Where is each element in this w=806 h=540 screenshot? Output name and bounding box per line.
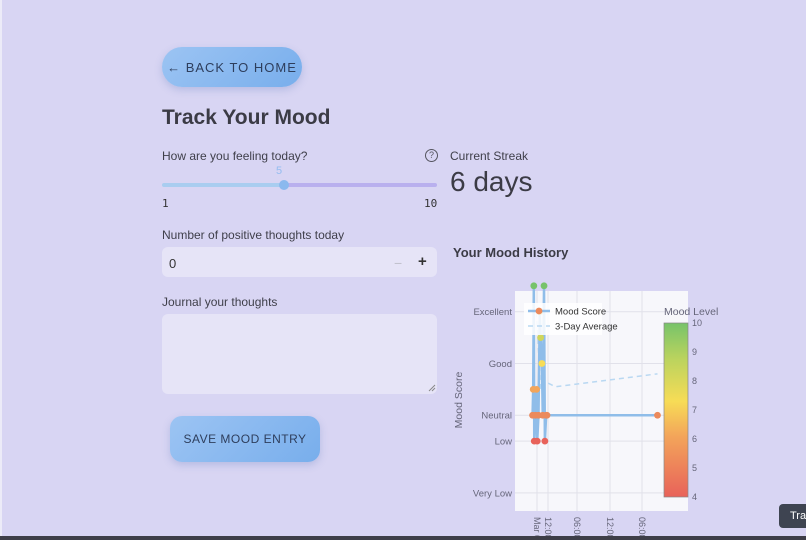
y-tick-label: Very Low	[473, 488, 512, 499]
colorbar-tick-label: 5	[692, 463, 697, 473]
mood-score-point	[533, 437, 541, 445]
journal-textarea[interactable]	[162, 314, 437, 394]
x-tick-label: 12:00	[543, 517, 553, 536]
mood-slider-max: 10	[424, 197, 438, 210]
colorbar-tick-label: 4	[692, 492, 697, 502]
bottom-bar	[0, 536, 806, 540]
x-tick-label: Mar 0	[532, 517, 542, 536]
mood-score-point	[537, 334, 545, 341]
back-to-home-button[interactable]: ← BACK TO HOME	[162, 47, 302, 87]
y-tick-label: Low	[495, 437, 513, 448]
save-mood-entry-button[interactable]: SAVE MOOD ENTRY	[170, 416, 320, 462]
colorbar-tick-label: 10	[692, 318, 702, 328]
mood-score-point	[654, 411, 661, 419]
y-axis-label: Mood Score	[453, 372, 465, 429]
decrement-button[interactable]: −	[394, 255, 402, 271]
x-tick-label: 06:00	[572, 517, 582, 536]
mood-slider-label: How are you feeling today?	[162, 149, 308, 163]
colorbar-tick-label: 9	[692, 347, 697, 357]
colorbar-tick-label: 7	[692, 405, 697, 415]
y-tick-label: Neutral	[481, 411, 512, 422]
journal-label: Journal your thoughts	[162, 295, 278, 309]
mood-slider-min: 1	[162, 197, 169, 210]
y-tick-label: Good	[489, 359, 512, 370]
positive-thoughts-label: Number of positive thoughts today	[162, 228, 345, 242]
mood-score-point	[541, 437, 549, 445]
x-tick-labels: Mar 0 12:00 06:00 12:00 06:00	[532, 517, 647, 536]
x-tick-label: 06:00	[637, 517, 647, 536]
legend-label-mood-score: Mood Score	[555, 307, 606, 318]
mood-history-title: Your Mood History	[453, 245, 569, 260]
mood-slider-thumb[interactable]	[279, 180, 289, 190]
resize-handle-icon[interactable]	[428, 384, 436, 392]
legend-label-3-day-average: 3-Day Average	[555, 322, 618, 333]
mood-score-point	[533, 385, 540, 393]
colorbar	[663, 322, 689, 498]
mood-score-point	[538, 360, 546, 367]
mood-slider-value: 5	[276, 165, 283, 177]
help-icon[interactable]: ?	[425, 149, 438, 162]
increment-button[interactable]: +	[418, 253, 427, 270]
x-tick-label: 12:00	[605, 517, 615, 536]
mood-score-point	[540, 282, 548, 290]
legend-marker-mood-score	[535, 307, 543, 315]
streak-label: Current Streak	[450, 149, 529, 163]
page-title: Track Your Mood	[162, 106, 331, 129]
colorbar-ticks: 10 9 8 7 6 5 4	[692, 318, 702, 502]
colorbar-title: Mood Level	[664, 306, 718, 318]
tooltip: Tra	[779, 504, 806, 528]
mood-slider-track[interactable]	[284, 183, 437, 187]
colorbar-tick-label: 8	[692, 376, 697, 386]
mood-score-point	[530, 282, 538, 290]
mood-slider-track-filled[interactable]	[162, 183, 284, 187]
y-tick-labels: Excellent Good Neutral Low Very Low	[473, 307, 512, 499]
mood-score-point	[543, 411, 551, 419]
streak-value: 6 days	[450, 166, 533, 197]
mood-history-chart[interactable]: ExcellentGoodNeutralLowVery Low Mar 0 12:…	[440, 280, 806, 536]
y-tick-label: Excellent	[473, 307, 512, 318]
positive-thoughts-value: 0	[169, 256, 177, 271]
window-left-edge	[0, 0, 2, 540]
colorbar-tick-label: 6	[692, 434, 697, 444]
